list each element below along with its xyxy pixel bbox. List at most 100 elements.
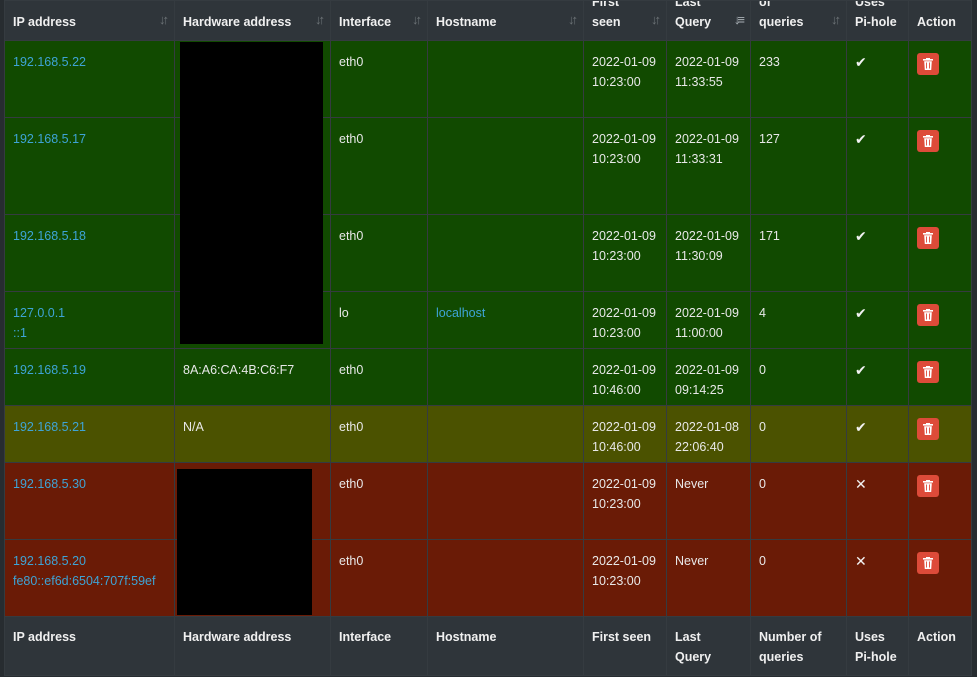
delete-button[interactable]: [917, 361, 939, 383]
cell-hostname: [427, 405, 584, 463]
table-row: 192.168.5.20 fe80::ef6d:6504:707f:59ef et…: [4, 539, 972, 617]
cell-ip-address: 192.168.5.30: [4, 462, 175, 540]
trash-icon: [923, 135, 933, 147]
sort-arrows-icon[interactable]: ↓↑: [651, 10, 661, 30]
table-row: 192.168.5.21 N/A eth0 2022-01-09 10:46:00…: [4, 405, 972, 463]
footer-last-query: Last Query: [666, 616, 751, 676]
cell-ip-address: 192.168.5.20 fe80::ef6d:6504:707f:59ef: [4, 539, 175, 617]
cell-last-query: Never: [666, 539, 751, 617]
cell-last-query: 2022-01-09 11:00:00: [666, 291, 751, 349]
trash-icon: [923, 480, 933, 492]
ip-address-link[interactable]: 192.168.5.18: [13, 226, 166, 246]
cell-interface: eth0: [330, 539, 428, 617]
table-row: 192.168.5.30 eth0 2022-01-09 10:23:00 Nev…: [4, 462, 972, 540]
cell-hostname: localhost: [427, 291, 584, 349]
cell-ip-address: 127.0.0.1::1: [4, 291, 175, 349]
delete-button[interactable]: [917, 227, 939, 249]
col-hostname[interactable]: Hostname ↓↑: [427, 0, 584, 41]
cell-number-of-queries: 0: [750, 462, 847, 540]
col-ip-address[interactable]: IP address ↓↑: [4, 0, 175, 41]
footer-ip-address: IP address: [4, 616, 175, 676]
cell-uses-pihole: ✕: [846, 539, 909, 617]
cell-first-seen: 2022-01-09 10:23:00: [583, 40, 667, 118]
cell-number-of-queries: 0: [750, 405, 847, 463]
cell-ip-address: 192.168.5.18: [4, 214, 175, 292]
cell-action: [908, 348, 972, 406]
table-row: 127.0.0.1::1 lo localhost 2022-01-09 10:2…: [4, 291, 972, 349]
cell-first-seen: 2022-01-09 10:23:00: [583, 214, 667, 292]
ip-address-link[interactable]: 192.168.5.30: [13, 474, 166, 494]
ip-address-link[interactable]: ::1: [13, 323, 166, 343]
col-hardware-address[interactable]: Hardware address ↓↑: [174, 0, 331, 41]
delete-button[interactable]: [917, 475, 939, 497]
cell-first-seen: 2022-01-09 10:23:00: [583, 117, 667, 215]
header-row: IP address ↓↑ Hardware address ↓↑ Interfac…: [4, 0, 972, 41]
cell-interface: eth0: [330, 117, 428, 215]
table-row: 192.168.5.17 eth0 2022-01-09 10:23:00 202…: [4, 117, 972, 215]
cell-action: [908, 291, 972, 349]
trash-icon: [923, 232, 933, 244]
delete-button[interactable]: [917, 53, 939, 75]
check-icon: ✔: [855, 131, 867, 147]
footer-hardware-address: Hardware address: [174, 616, 331, 676]
footer-uses-pihole: Uses Pi-hole: [846, 616, 909, 676]
ip-address-link[interactable]: 192.168.5.22: [13, 52, 166, 72]
cell-number-of-queries: 233: [750, 40, 847, 118]
col-last-query[interactable]: Last Query ↓≡: [666, 0, 751, 41]
cell-action: [908, 539, 972, 617]
sort-arrows-icon[interactable]: ↓↑: [412, 10, 422, 30]
trash-icon: [923, 309, 933, 321]
ip-address-link[interactable]: 192.168.5.20: [13, 551, 166, 571]
sort-desc-icon[interactable]: ↓≡: [734, 10, 745, 30]
footer-row: IP address Hardware address Interface Ho…: [4, 616, 972, 676]
ip-address-link[interactable]: 192.168.5.21: [13, 417, 166, 437]
cell-interface: eth0: [330, 214, 428, 292]
delete-button[interactable]: [917, 552, 939, 574]
ip-address-link[interactable]: fe80::ef6d:6504:707f:59ef: [13, 571, 166, 591]
cell-action: [908, 405, 972, 463]
ip-address-link[interactable]: 192.168.5.19: [13, 360, 166, 380]
delete-button[interactable]: [917, 130, 939, 152]
cell-interface: eth0: [330, 348, 428, 406]
col-first-seen[interactable]: First seen ↓↑: [583, 0, 667, 41]
cell-hostname: [427, 117, 584, 215]
table-row: 192.168.5.19 8A:A6:CA:4B:C6:F7 eth0 2022…: [4, 348, 972, 406]
table-row: 192.168.5.22 eth0 2022-01-09 10:23:00 202…: [4, 40, 972, 118]
cell-hostname: [427, 462, 584, 540]
hostname-link[interactable]: localhost: [436, 303, 575, 323]
cell-last-query: 2022-01-09 11:33:55: [666, 40, 751, 118]
ip-address-link[interactable]: 127.0.0.1: [13, 303, 166, 323]
cell-hostname: [427, 214, 584, 292]
cell-interface: eth0: [330, 462, 428, 540]
sort-arrows-icon[interactable]: ↓↑: [568, 10, 578, 30]
cell-uses-pihole: ✕: [846, 462, 909, 540]
cell-last-query: Never: [666, 462, 751, 540]
cell-hardware-address: N/A: [174, 405, 331, 463]
cell-uses-pihole: ✔: [846, 291, 909, 349]
cell-interface: lo: [330, 291, 428, 349]
cell-first-seen: 2022-01-09 10:23:00: [583, 539, 667, 617]
col-uses-pihole[interactable]: Uses Pi-hole: [846, 0, 909, 41]
sort-arrows-icon[interactable]: ↓↑: [315, 10, 325, 30]
cell-ip-address: 192.168.5.19: [4, 348, 175, 406]
cell-interface: eth0: [330, 40, 428, 118]
col-number-of-queries[interactable]: of queries ↓↑: [750, 0, 847, 41]
network-table: IP address ↓↑ Hardware address ↓↑ Interfac…: [4, 0, 972, 676]
cell-uses-pihole: ✔: [846, 348, 909, 406]
col-interface[interactable]: Interface ↓↑: [330, 0, 428, 41]
cell-first-seen: 2022-01-09 10:23:00: [583, 462, 667, 540]
sort-arrows-icon[interactable]: ↓↑: [831, 10, 841, 30]
cross-icon: ✕: [855, 476, 867, 492]
sort-arrows-icon[interactable]: ↓↑: [159, 10, 169, 30]
cell-action: [908, 214, 972, 292]
ip-address-link[interactable]: 192.168.5.17: [13, 129, 166, 149]
cell-last-query: 2022-01-09 09:14:25: [666, 348, 751, 406]
cell-ip-address: 192.168.5.22: [4, 40, 175, 118]
col-action: Action: [908, 0, 972, 41]
delete-button[interactable]: [917, 418, 939, 440]
delete-button[interactable]: [917, 304, 939, 326]
footer-first-seen: First seen: [583, 616, 667, 676]
cell-uses-pihole: ✔: [846, 214, 909, 292]
cell-interface: eth0: [330, 405, 428, 463]
cell-last-query: 2022-01-09 11:30:09: [666, 214, 751, 292]
